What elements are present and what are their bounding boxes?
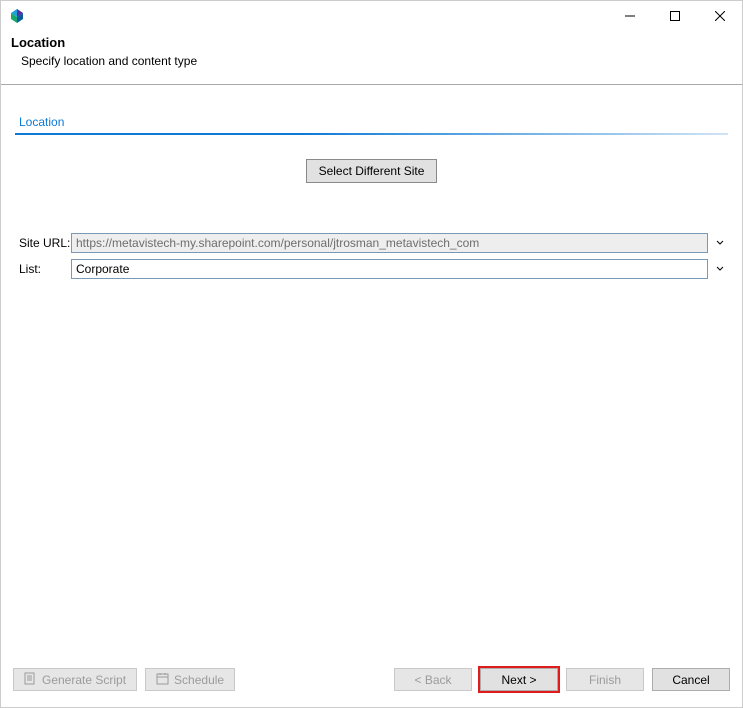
title-bar	[1, 1, 742, 31]
generate-script-button[interactable]: Generate Script	[13, 668, 137, 691]
list-label: List:	[15, 262, 71, 276]
select-different-site-button[interactable]: Select Different Site	[306, 159, 438, 183]
calendar-icon	[156, 672, 169, 688]
page-subtitle: Specify location and content type	[11, 54, 732, 68]
schedule-button[interactable]: Schedule	[145, 668, 235, 691]
finish-button[interactable]: Finish	[566, 668, 644, 691]
back-label: < Back	[414, 673, 451, 687]
app-logo-icon	[9, 8, 25, 24]
site-url-label: Site URL:	[15, 236, 71, 250]
cancel-button[interactable]: Cancel	[652, 668, 730, 691]
schedule-label: Schedule	[174, 673, 224, 687]
site-url-field	[71, 233, 708, 253]
page-title: Location	[11, 35, 732, 50]
wizard-content: Location Select Different Site Site URL:…	[1, 85, 742, 656]
maximize-button[interactable]	[652, 1, 697, 31]
site-url-dropdown-button[interactable]	[712, 233, 728, 253]
list-field[interactable]	[71, 259, 708, 279]
next-label: Next >	[501, 673, 536, 687]
finish-label: Finish	[589, 673, 621, 687]
script-icon	[24, 672, 37, 688]
window-controls	[607, 1, 742, 31]
section-divider	[15, 133, 728, 135]
back-button[interactable]: < Back	[394, 668, 472, 691]
section-label-location: Location	[15, 115, 728, 129]
next-button[interactable]: Next >	[480, 668, 558, 691]
wizard-header: Location Specify location and content ty…	[1, 31, 742, 80]
list-dropdown-button[interactable]	[712, 259, 728, 279]
generate-script-label: Generate Script	[42, 673, 126, 687]
close-button[interactable]	[697, 1, 742, 31]
cancel-label: Cancel	[672, 673, 709, 687]
wizard-footer: Generate Script Schedule < Back Next > F…	[1, 656, 742, 707]
minimize-button[interactable]	[607, 1, 652, 31]
